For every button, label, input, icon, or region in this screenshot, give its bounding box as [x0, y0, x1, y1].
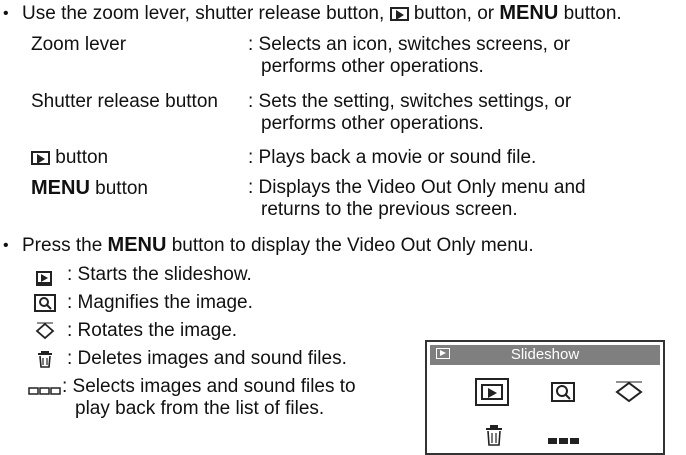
press-text: Press the	[22, 235, 103, 256]
menu-word: MENU	[499, 2, 559, 24]
control-desc: : Displays the Video Out Only menu and	[248, 177, 586, 198]
index-icon	[28, 380, 62, 402]
rotate-option-icon	[615, 379, 643, 411]
press-line: Press the MENU button to display the Vid…	[22, 234, 534, 257]
play-button-row: button	[31, 147, 108, 169]
delete-icon	[36, 350, 54, 374]
play-button-icon	[389, 7, 409, 21]
bullet-dot: •	[3, 237, 9, 254]
lcd-header: Slideshow	[430, 345, 660, 365]
menu-item-text: : Rotates the image.	[67, 320, 238, 341]
menu-word: MENU	[31, 177, 90, 199]
control-desc-cont: performs other operations.	[261, 56, 484, 77]
menu-item-slideshow	[36, 266, 52, 288]
control-label: button	[95, 178, 148, 199]
control-desc: : Sets the setting, switches settings, o…	[248, 91, 572, 112]
menu-word: MENU	[107, 234, 167, 256]
control-label: Shutter release button	[31, 91, 218, 112]
menu-item-text-cont: play back from the list of files.	[75, 398, 325, 419]
menu-button-row: MENU button	[31, 177, 148, 200]
index-option-icon	[547, 430, 581, 452]
menu-item-text: : Starts the slideshow.	[67, 264, 252, 285]
rotate-icon	[35, 322, 55, 346]
slideshow-option-icon	[475, 378, 509, 406]
control-label: Zoom lever	[31, 34, 127, 55]
intro-text: Use the zoom lever, shutter release butt…	[22, 3, 385, 24]
delete-option-icon	[484, 424, 504, 452]
slideshow-icon	[36, 271, 52, 286]
menu-item-text: : Deletes images and sound files.	[67, 348, 347, 369]
control-desc: : Plays back a movie or sound file.	[248, 147, 537, 168]
menu-item-text: : Selects images and sound files to	[62, 376, 356, 397]
lcd-title: Slideshow	[510, 346, 580, 363]
control-label: button	[55, 147, 109, 168]
magnify-option-icon	[551, 382, 575, 408]
menu-item-text: : Magnifies the image.	[67, 292, 253, 313]
press-text-end: button to display the Video Out Only men…	[171, 235, 534, 256]
play-button-icon	[31, 151, 50, 165]
intro-text-end: button.	[563, 3, 622, 24]
control-desc-cont: returns to the previous screen.	[261, 199, 518, 220]
intro-line: Use the zoom lever, shutter release butt…	[22, 2, 622, 25]
intro-text-mid: button, or	[413, 3, 495, 24]
control-desc: : Selects an icon, switches screens, or	[248, 34, 571, 55]
bullet-dot: •	[3, 5, 9, 22]
control-desc-cont: performs other operations.	[261, 113, 484, 134]
magnify-icon	[34, 294, 56, 318]
lcd-screen: Slideshow	[425, 340, 665, 455]
